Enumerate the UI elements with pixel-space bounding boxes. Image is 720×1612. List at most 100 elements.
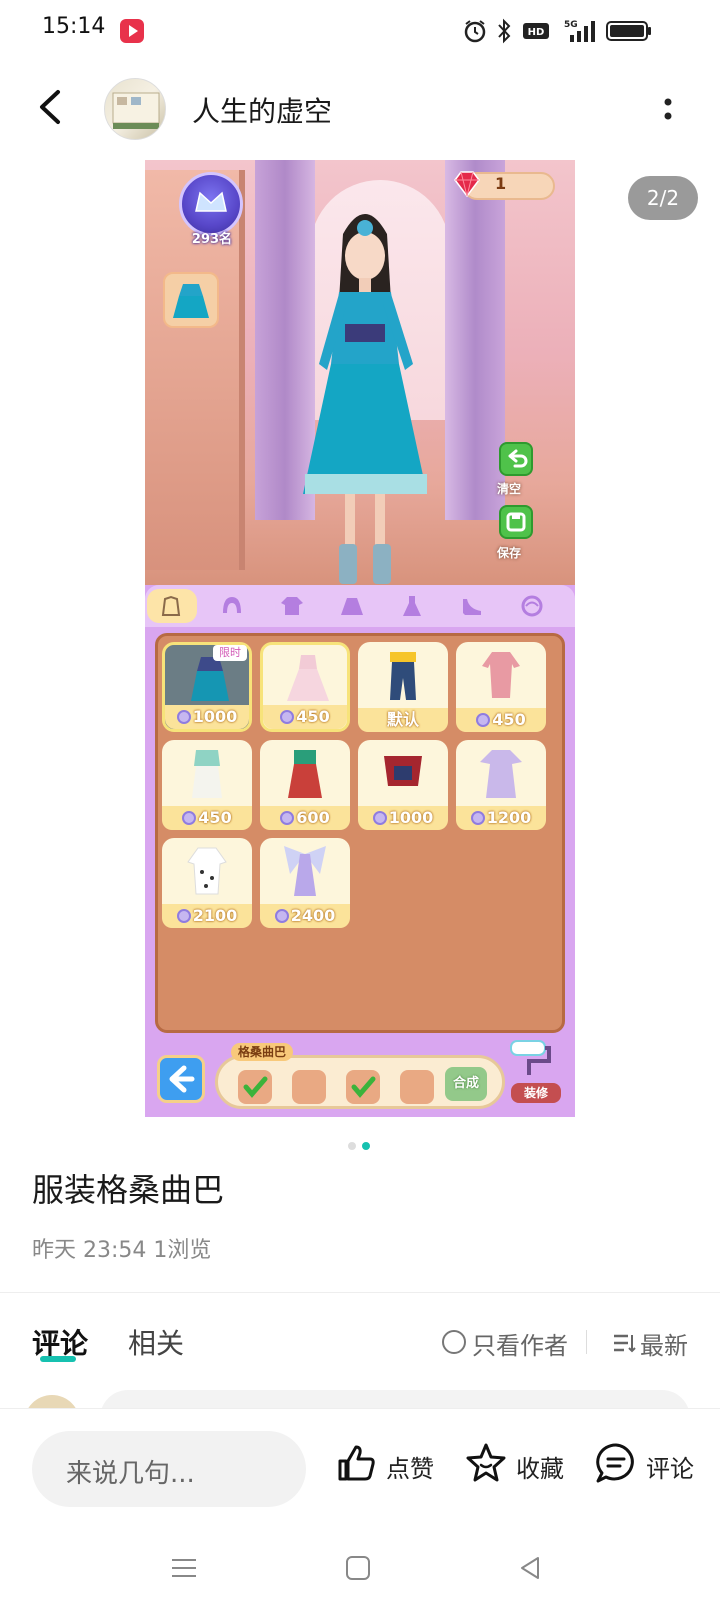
tab-hair[interactable]	[207, 589, 257, 623]
home-square-icon[interactable]	[344, 1554, 372, 1582]
save-label: 保存	[497, 546, 522, 560]
back-arrow-button[interactable]	[157, 1055, 205, 1103]
dress-icon	[403, 596, 421, 616]
item-price: 1000	[165, 705, 249, 729]
back-triangle-icon[interactable]	[516, 1554, 544, 1582]
item-price: 1200	[456, 806, 546, 830]
5g-signal-icon: 5G	[564, 20, 595, 42]
more-vertical-icon[interactable]	[656, 90, 680, 130]
current-outfit-thumbnail[interactable]	[163, 272, 219, 328]
post-header: 人生的虚空	[0, 62, 720, 154]
clothing-item[interactable]: 600	[260, 740, 350, 830]
clothing-item[interactable]: 450	[162, 740, 252, 830]
status-time: 15:14	[42, 14, 106, 39]
comment-input[interactable]: 来说几句...	[32, 1431, 306, 1507]
clothing-item[interactable]: 1200	[456, 740, 546, 830]
clothing-item[interactable]: 限时 1000	[162, 642, 252, 732]
tab-related[interactable]: 相关	[128, 1322, 184, 1362]
comment-bubble-icon[interactable]	[594, 1441, 638, 1485]
hd-icon: HD	[523, 23, 549, 39]
skirt-icon	[341, 598, 363, 615]
bottom-action-bar: 来说几句... 点赞 收藏 评论	[0, 1408, 720, 1528]
decorate-label[interactable]: 装修	[511, 1083, 561, 1103]
tab-shoes[interactable]	[447, 589, 497, 623]
tab-top[interactable]	[267, 589, 317, 623]
sort-latest[interactable]: 最新	[640, 1326, 688, 1361]
check-icon	[243, 1076, 268, 1098]
recipe-title: 格桑曲巴	[231, 1043, 293, 1061]
tab-skirt[interactable]	[327, 589, 377, 623]
sort-icon[interactable]	[612, 1332, 636, 1354]
page-counter: 2/2	[628, 176, 698, 220]
author-only-radio[interactable]	[442, 1330, 466, 1354]
alarm-icon	[464, 20, 486, 43]
svg-text:HD: HD	[528, 27, 545, 38]
tab-accessory[interactable]	[507, 589, 557, 623]
favorite-label[interactable]: 收藏	[516, 1449, 564, 1484]
clothing-item[interactable]: 默认	[358, 642, 448, 732]
carousel-dots	[348, 1142, 378, 1152]
clear-button[interactable]	[499, 442, 533, 476]
comment-label[interactable]: 评论	[646, 1449, 694, 1484]
top-icon	[281, 597, 303, 615]
doll-character	[303, 214, 427, 584]
like-label[interactable]: 点赞	[386, 1449, 434, 1484]
back-button[interactable]	[30, 82, 74, 132]
rank-badge[interactable]	[179, 172, 243, 236]
star-icon[interactable]	[464, 1441, 508, 1485]
carousel-dot-active[interactable]	[362, 1142, 370, 1150]
coin-icon	[176, 710, 191, 724]
closet-tab-bar	[145, 585, 575, 627]
tab-outfit-set[interactable]	[147, 589, 197, 623]
ruby-gem-icon	[454, 171, 480, 198]
coin-icon	[280, 710, 295, 724]
limited-time-tag: 限时	[213, 645, 247, 661]
rank-label: 293名	[191, 232, 233, 247]
item-price: 1000	[358, 806, 448, 830]
clothing-item[interactable]: 450	[456, 642, 546, 732]
clothing-item[interactable]: 1000	[358, 740, 448, 830]
status-bar: 15:14 HD 5G	[0, 0, 720, 62]
clothing-item[interactable]: 2100	[162, 838, 252, 928]
recipe-slot[interactable]	[238, 1070, 272, 1104]
accessory-icon	[521, 595, 543, 617]
paint-roller-icon[interactable]	[505, 1035, 553, 1079]
author-name[interactable]: 人生的虚空	[192, 90, 332, 130]
clothing-item[interactable]: 2400	[260, 838, 350, 928]
coin-icon	[182, 811, 197, 825]
coin-icon	[280, 811, 295, 825]
author-avatar[interactable]	[104, 78, 166, 140]
recipe-slot[interactable]	[400, 1070, 434, 1104]
arrow-left-icon	[169, 1065, 195, 1093]
item-price: 默认	[358, 708, 448, 732]
curtain-illustration	[445, 160, 505, 520]
recipe-slot[interactable]	[346, 1070, 380, 1104]
item-price: 450	[263, 705, 347, 729]
coin-icon	[274, 909, 289, 923]
battery-icon	[606, 21, 651, 41]
item-price: 600	[260, 806, 350, 830]
comment-input-placeholder: 来说几句...	[66, 1459, 195, 1489]
clothing-grid: 限时 1000 450 默认 450 450 600 1000 1200 210…	[155, 633, 565, 1033]
carousel-dot[interactable]	[348, 1142, 356, 1150]
coin-icon	[476, 713, 491, 727]
clothing-item[interactable]: 450	[260, 642, 350, 732]
svg-text:5G: 5G	[564, 20, 578, 30]
carousel-image[interactable]: 293名 1 清空 保存 限时 1000 450 默认 450 450 600 …	[145, 160, 575, 1117]
bluetooth-icon	[498, 18, 511, 44]
author-only-filter[interactable]: 只看作者	[472, 1326, 568, 1361]
menu-icon[interactable]	[170, 1554, 198, 1582]
closet-panel: 限时 1000 450 默认 450 450 600 1000 1200 210…	[145, 585, 575, 1117]
synthesize-button[interactable]: 合成	[445, 1067, 487, 1101]
recipe-slot[interactable]	[292, 1070, 326, 1104]
coin-icon	[470, 811, 485, 825]
item-price: 450	[162, 806, 252, 830]
save-button[interactable]	[499, 505, 533, 539]
outfit-set-icon	[161, 595, 181, 616]
coin-icon	[176, 909, 191, 923]
item-price: 2400	[260, 904, 350, 928]
tab-dress[interactable]	[387, 589, 437, 623]
thumbs-up-icon[interactable]	[334, 1441, 378, 1485]
shoes-icon	[463, 599, 481, 615]
divider	[586, 1330, 587, 1354]
